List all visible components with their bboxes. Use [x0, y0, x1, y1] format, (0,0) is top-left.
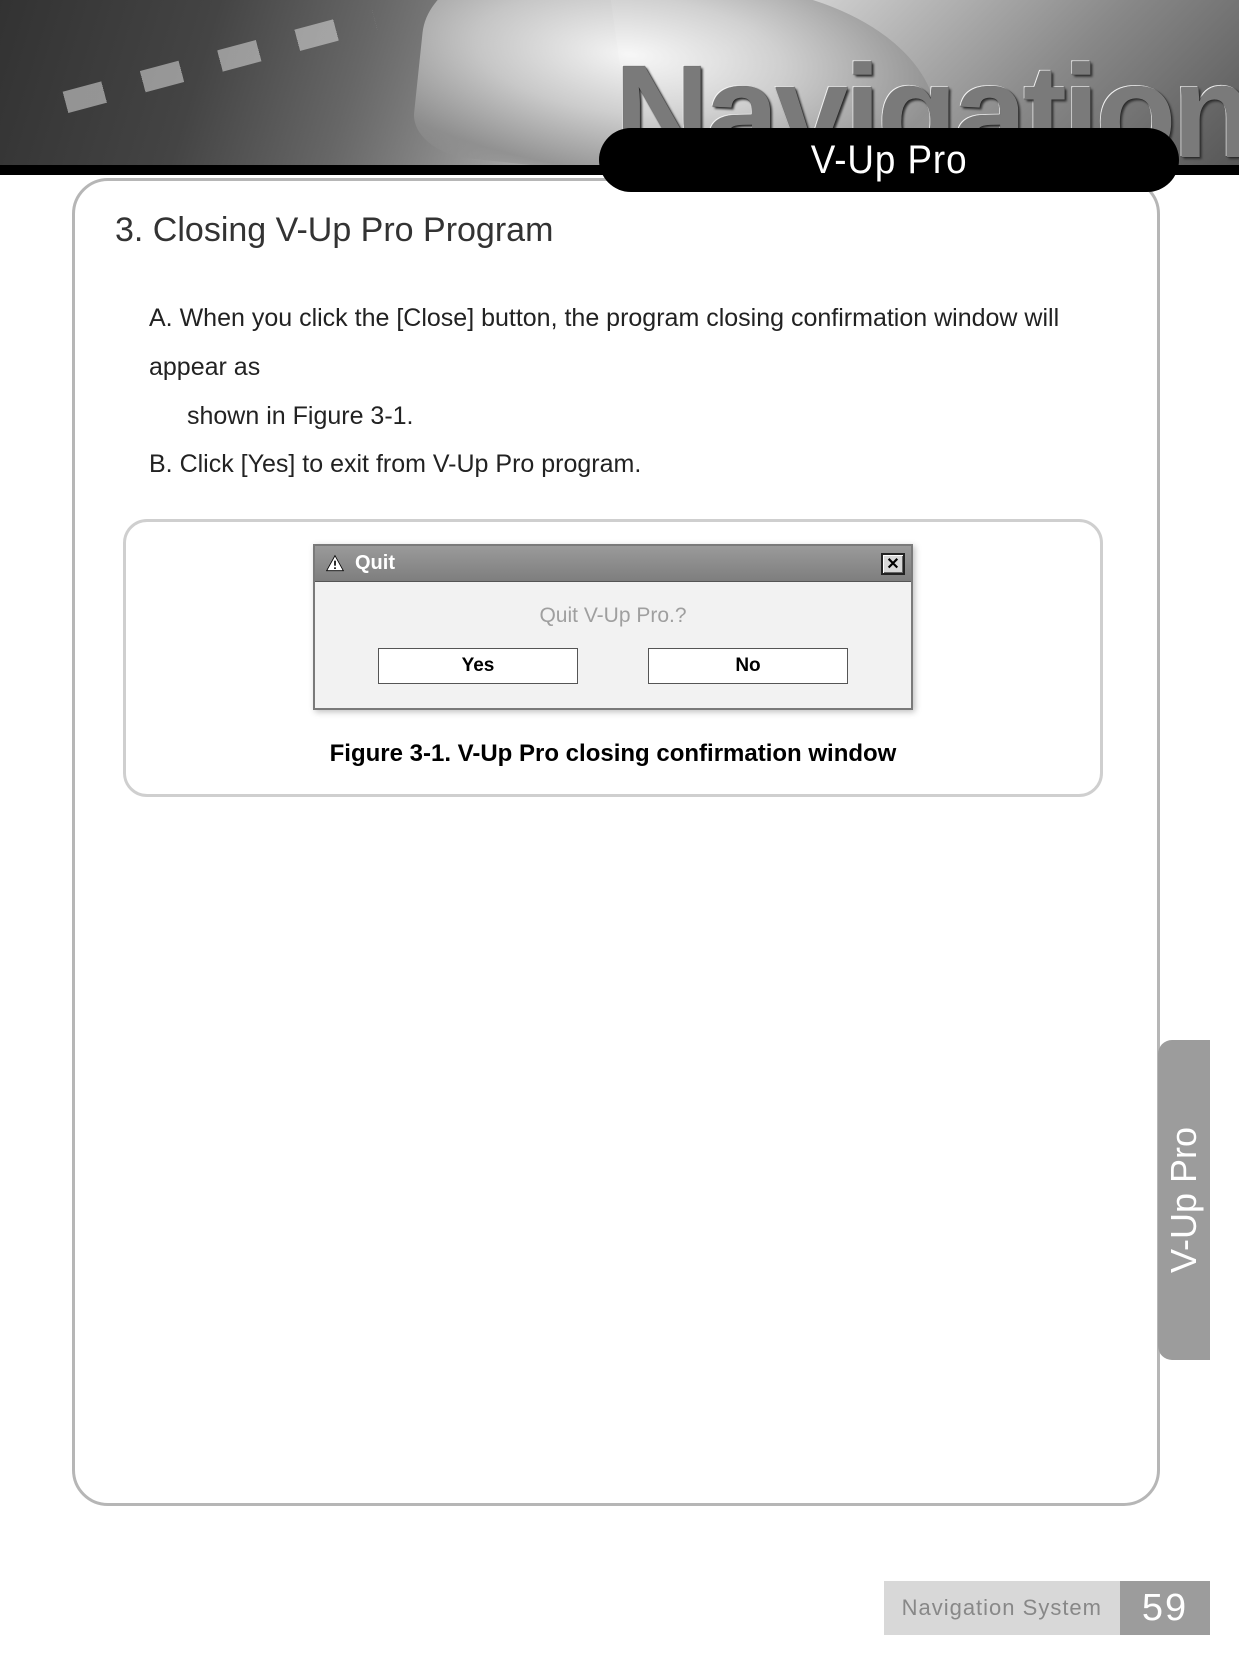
section-pill-label: V-Up Pro [811, 138, 968, 183]
side-tab-label: V-Up Pro [1163, 1127, 1205, 1273]
side-tab: V-Up Pro [1158, 1040, 1210, 1360]
dialog-button-row: Yes No [325, 648, 901, 700]
para-a-line2: shown in Figure 3-1. [149, 392, 1117, 441]
body-text: A. When you click the [Close] button, th… [149, 294, 1117, 489]
dialog-title-text: Quit [355, 552, 395, 575]
para-a-line1: A. When you click the [Close] button, th… [149, 304, 1059, 381]
figure-caption: Figure 3-1. V-Up Pro closing confirmatio… [148, 740, 1078, 768]
section-pill-badge: V-Up Pro [599, 128, 1179, 192]
footer-label: Navigation System [884, 1581, 1120, 1635]
yes-button[interactable]: Yes [378, 648, 578, 684]
dialog-message: Quit V-Up Pro.? [325, 604, 901, 628]
warning-icon [325, 554, 345, 574]
content-frame: 3. Closing V-Up Pro Program A. When you … [72, 178, 1160, 1506]
para-b: B. Click [Yes] to exit from V-Up Pro pro… [149, 450, 641, 478]
quit-dialog: Quit ✕ Quit V-Up Pro.? Yes No [313, 544, 913, 710]
section-title: 3. Closing V-Up Pro Program [115, 211, 1117, 250]
dialog-close-button[interactable]: ✕ [881, 553, 905, 575]
dialog-titlebar: Quit ✕ [315, 546, 911, 582]
no-button[interactable]: No [648, 648, 848, 684]
page-footer: Navigation System 59 [0, 1581, 1210, 1635]
footer-page-number: 59 [1120, 1581, 1210, 1635]
close-icon: ✕ [886, 554, 899, 574]
figure-box: Quit ✕ Quit V-Up Pro.? Yes No Figure 3-1… [123, 519, 1103, 797]
dialog-body: Quit V-Up Pro.? Yes No [315, 582, 911, 708]
